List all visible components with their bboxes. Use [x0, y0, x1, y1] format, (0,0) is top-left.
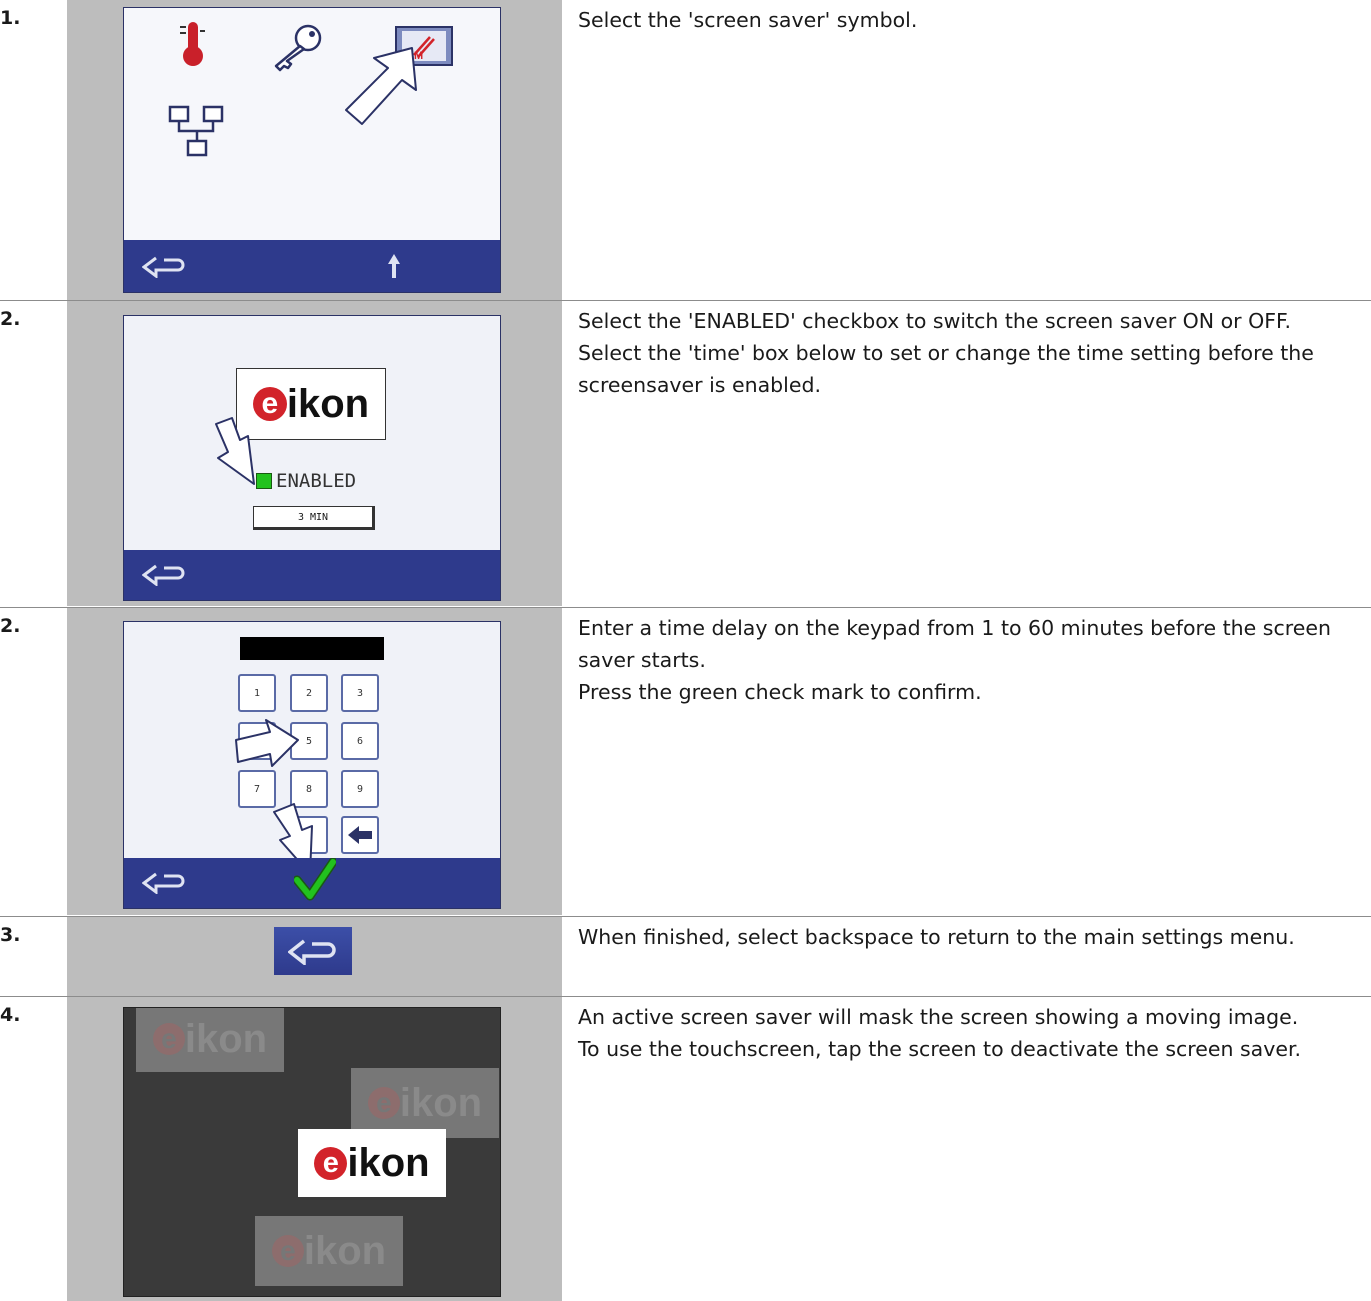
- bottom-bar: [124, 550, 500, 600]
- step-description: Select the 'screen saver' symbol.: [578, 4, 1368, 36]
- step-text: Press the green check mark to confirm.: [578, 680, 982, 704]
- left-arrow-icon: [348, 826, 372, 844]
- step-text: Select the 'time' box below to set or ch…: [578, 341, 1314, 397]
- step-row-5: 4. e ikon e ikon e ikon e ikon An active scr…: [0, 997, 1371, 1301]
- enabled-label: ENABLED: [276, 470, 357, 492]
- step-text: An active screen saver will mask the scr…: [578, 1005, 1299, 1029]
- step-image-cell: e ikon e ikon e ikon e ikon: [67, 997, 562, 1301]
- settings-screen: M: [123, 7, 501, 293]
- step-row-2: 2. e ikon ENABLED 3 MIN Select the 'ENABL…: [0, 301, 1371, 606]
- step-number: 2.: [0, 308, 21, 330]
- eikon-logo: e ikon: [298, 1129, 446, 1197]
- step-text: Enter a time delay on the keypad from 1 …: [578, 616, 1331, 672]
- back-icon: [288, 939, 336, 965]
- keypad-key-1[interactable]: 1: [238, 674, 276, 712]
- screensaver-settings-screen: e ikon ENABLED 3 MIN: [123, 315, 501, 601]
- bottom-bar: [124, 240, 500, 292]
- network-icon[interactable]: [164, 103, 232, 161]
- key-icon[interactable]: [268, 22, 328, 72]
- keypad-screen: 1 2 3 4 5 6 7 8 9 0: [123, 621, 501, 909]
- keypad-display: [240, 637, 384, 660]
- step-text: To use the touchscreen, tap the screen t…: [578, 1037, 1302, 1061]
- keypad-key-9[interactable]: 9: [341, 770, 379, 808]
- step-text: Select the 'ENABLED' checkbox to switch …: [578, 309, 1292, 333]
- step-number: 2.: [0, 615, 21, 637]
- keypad-key-7[interactable]: 7: [238, 770, 276, 808]
- step-description: When finished, select backspace to retur…: [578, 921, 1368, 953]
- step-text: When finished, select backspace to retur…: [578, 925, 1295, 949]
- time-box[interactable]: 3 MIN: [253, 506, 375, 530]
- active-screensaver-screen[interactable]: e ikon e ikon e ikon e ikon: [123, 1007, 501, 1297]
- back-icon[interactable]: [142, 872, 188, 894]
- step-row-1: 1. M Select the 'screen saver' symbol.: [0, 0, 1371, 300]
- backspace-button[interactable]: [274, 927, 352, 975]
- step-number: 1.: [0, 7, 21, 29]
- step-image-cell: [67, 917, 562, 996]
- eikon-logo-faded: e ikon: [255, 1216, 403, 1286]
- pointer-arrow-icon: [345, 47, 417, 125]
- pointer-arrow-icon: [215, 417, 255, 485]
- keypad-backspace-key[interactable]: [341, 816, 379, 854]
- eikon-logo-faded: e ikon: [351, 1068, 499, 1138]
- check-mark-icon[interactable]: [294, 858, 336, 902]
- keypad-key-6[interactable]: 6: [341, 722, 379, 760]
- step-text: Select the 'screen saver' symbol.: [578, 8, 918, 32]
- step-description: Enter a time delay on the keypad from 1 …: [578, 612, 1368, 708]
- eikon-logo-faded: e ikon: [136, 1008, 284, 1072]
- step-row-3: 2. 1 2 3 4 5 6 7 8 9 0: [0, 608, 1371, 915]
- keypad-key-2[interactable]: 2: [290, 674, 328, 712]
- back-icon[interactable]: [142, 564, 188, 586]
- step-description: Select the 'ENABLED' checkbox to switch …: [578, 305, 1368, 401]
- step-image-cell: M: [67, 0, 562, 300]
- step-image-cell: e ikon ENABLED 3 MIN: [67, 301, 562, 606]
- step-number: 4.: [0, 1004, 21, 1026]
- thermometer-icon[interactable]: [176, 18, 210, 68]
- up-arrow-icon[interactable]: [386, 252, 402, 280]
- pointer-arrow-icon: [235, 719, 299, 767]
- step-description: An active screen saver will mask the scr…: [578, 1001, 1368, 1065]
- keypad-key-3[interactable]: 3: [341, 674, 379, 712]
- step-row-4: 3. When finished, select backspace to re…: [0, 917, 1371, 996]
- step-image-cell: 1 2 3 4 5 6 7 8 9 0: [67, 608, 562, 915]
- step-number: 3.: [0, 924, 21, 946]
- back-icon[interactable]: [142, 256, 188, 278]
